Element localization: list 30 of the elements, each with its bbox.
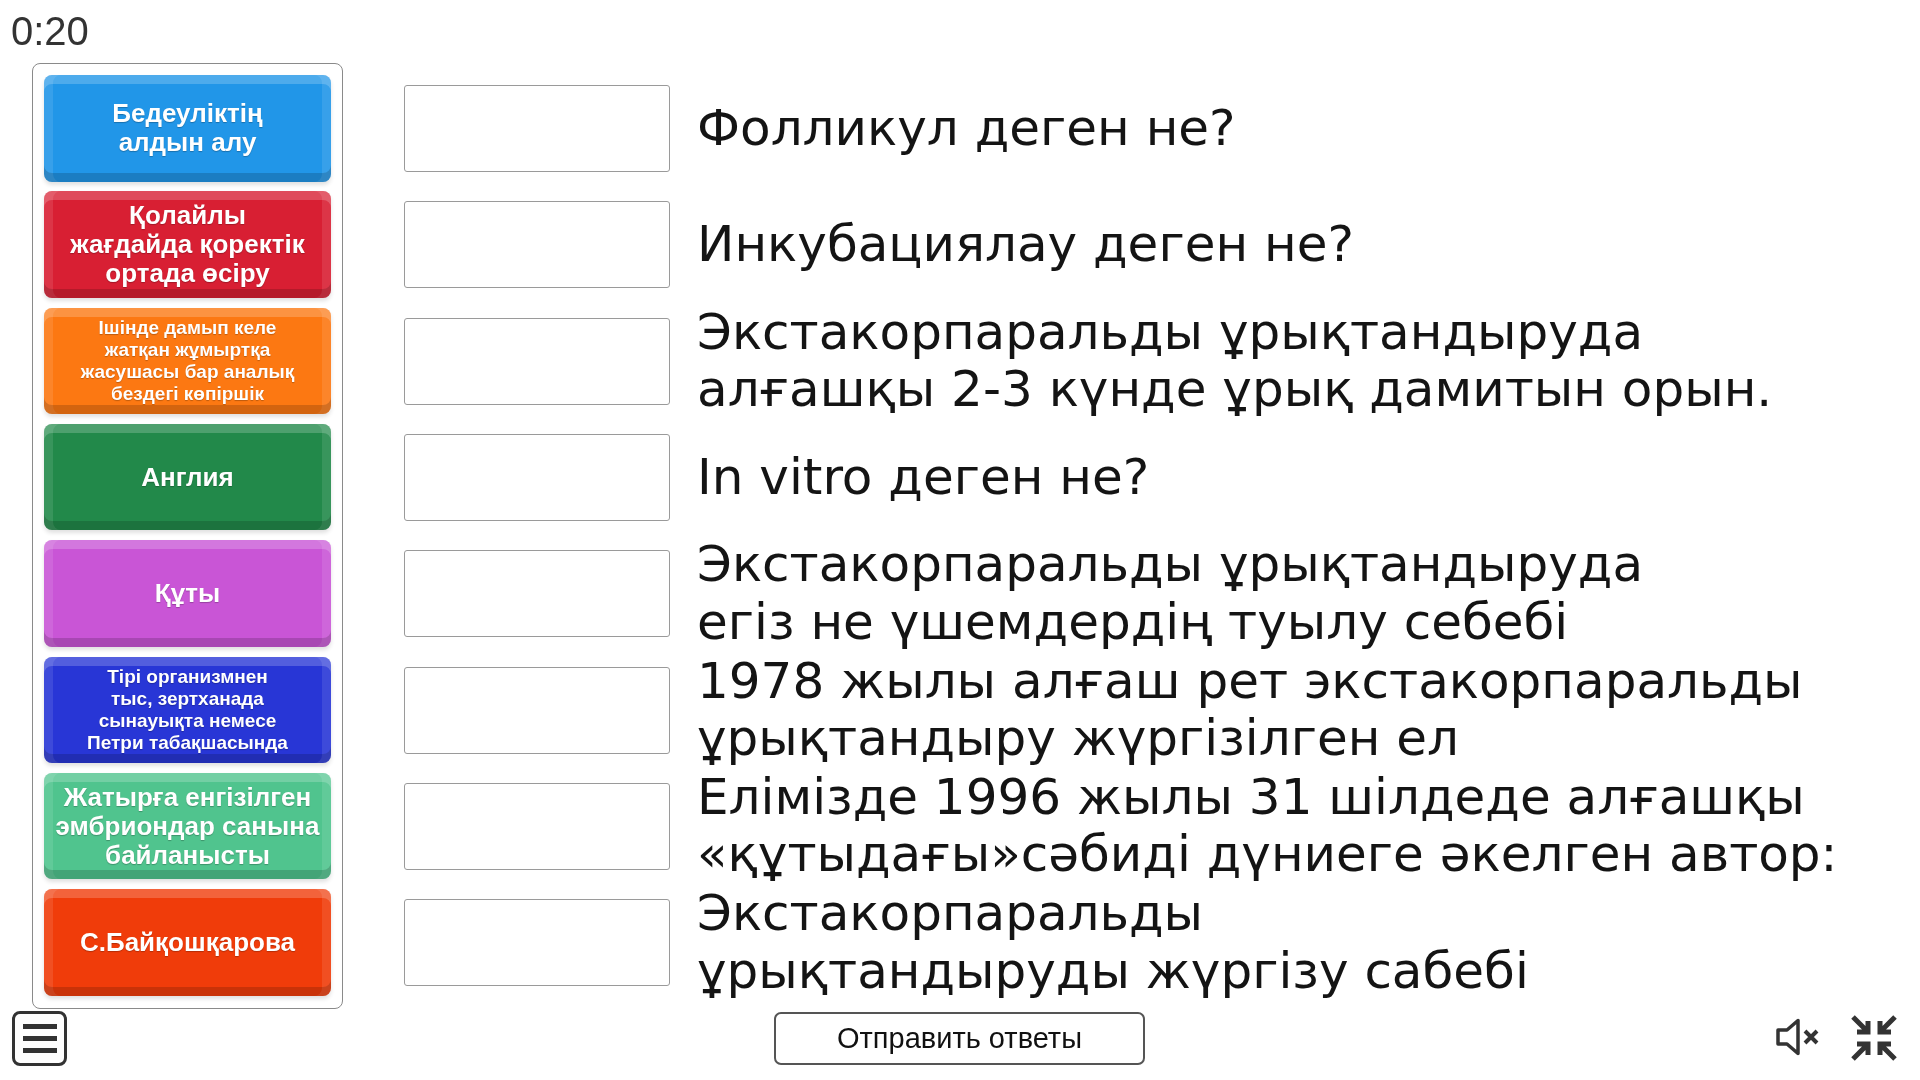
drop-box[interactable] — [404, 201, 670, 289]
question-text: Экстакорпаральды ұрықтандыруда егіз не үшемдердің туылу себебі — [697, 536, 1644, 652]
exit-fullscreen-icon[interactable] — [1850, 1014, 1898, 1063]
menu-icon — [22, 1024, 57, 1054]
question-text: Елімізде 1996 жылы 31 шілдеде алғашқы «құтыдағы»сәбиді дүниеге әкелген автор: — [697, 768, 1838, 884]
answer-tile[interactable]: Англия — [44, 423, 331, 531]
menu-button[interactable] — [12, 1011, 67, 1067]
question-text: Экстакорпаральды ұрықтандыруды жүргізу сабебі — [697, 885, 1529, 1001]
answer-tile[interactable]: Тірі организмнен тыс, зертханада сынауықта немесе Петри табақшасында — [44, 656, 331, 764]
drop-box[interactable] — [404, 550, 670, 638]
drop-box[interactable] — [404, 782, 670, 870]
answer-tile[interactable]: Қолайлы жағдайда қоректік ортада өсіру — [44, 191, 331, 298]
answer-tile[interactable]: Жатырға енгізілген эмбриондар санына байланысты — [44, 772, 331, 880]
question-text: 1978 жылы алғаш рет экстакорпаральды ұрықтандыру жүргізілген ел — [697, 652, 1803, 768]
answer-tile[interactable]: С.Байқошқарова — [44, 889, 331, 996]
submit-button[interactable]: Отправить ответы — [774, 1012, 1145, 1066]
drop-box[interactable] — [404, 317, 670, 405]
answer-tile[interactable]: Құты — [44, 540, 331, 647]
drop-box[interactable] — [404, 85, 670, 173]
timer: 0:20 — [11, 8, 89, 54]
drop-box[interactable] — [404, 666, 670, 754]
answer-tile[interactable]: Бедеуліктің алдын алу — [44, 75, 331, 182]
question-text: Экстакорпаральды ұрықтандыруда алғашқы 2-3 күнде ұрық дамитын орын. — [697, 303, 1773, 419]
mute-icon[interactable] — [1776, 1018, 1820, 1057]
drop-box[interactable] — [404, 433, 670, 521]
answer-tile[interactable]: Ішінде дамып келе жатқан жұмыртқа жасушасы бар аналық бездегі көпіршік — [44, 307, 331, 415]
question-text: Инкубациялау деген не? — [697, 216, 1354, 274]
drop-box[interactable] — [404, 899, 670, 987]
question-text: Фолликул деген не? — [697, 99, 1236, 158]
question-text: In vitro деген не? — [697, 448, 1150, 507]
